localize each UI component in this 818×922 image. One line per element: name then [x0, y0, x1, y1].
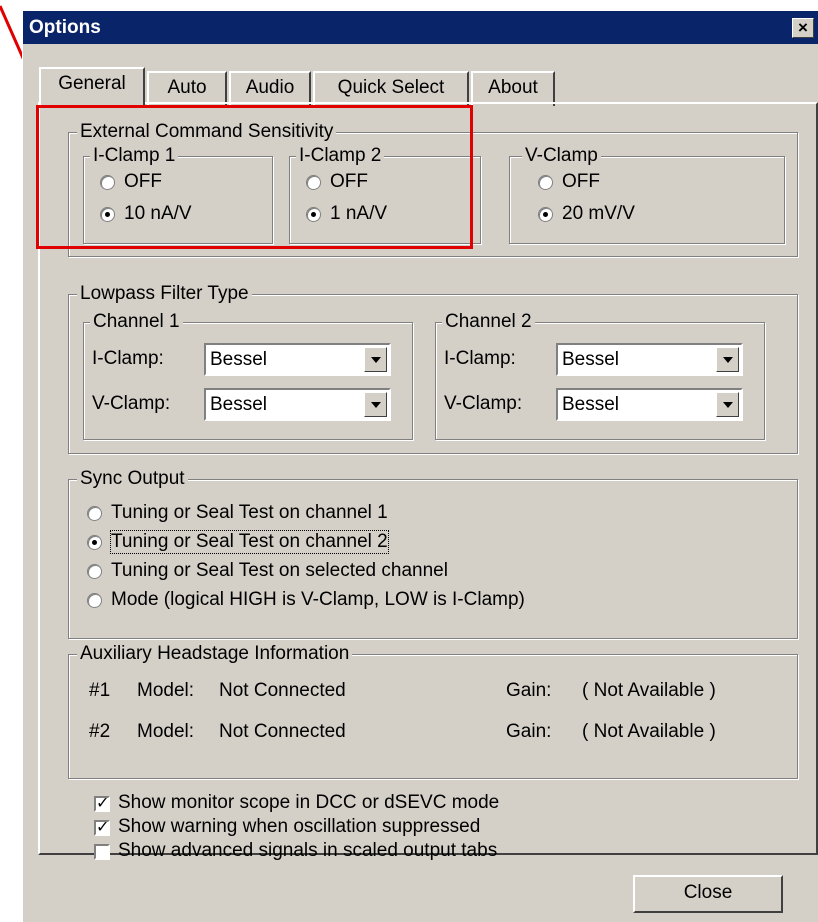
channel2-title: Channel 2 — [442, 312, 535, 332]
sync-option-4-radio[interactable] — [87, 593, 102, 608]
aux-row-2-model: Not Connected — [219, 721, 346, 742]
sync-option-3-label: Tuning or Seal Test on selected channel — [111, 560, 448, 581]
aux-headstage-title: Auxiliary Headstage Information — [77, 644, 353, 664]
show-advanced-signals-checkbox[interactable] — [94, 844, 110, 860]
channel2-vclamp-value: Bessel — [562, 394, 620, 415]
iclamp2-off-radio[interactable] — [306, 175, 321, 190]
aux-row-1-model-label: Model: — [137, 680, 195, 701]
channel1-iclamp-select[interactable]: Bessel — [204, 343, 391, 376]
general-tab-panel: External Command Sensitivity I-Clamp 1 O… — [38, 102, 818, 861]
aux-row-1-num: #1 — [89, 680, 111, 701]
chevron-down-icon[interactable] — [716, 347, 739, 372]
lowpass-title: Lowpass Filter Type — [77, 284, 252, 304]
external-command-group: External Command Sensitivity I-Clamp 1 O… — [68, 122, 798, 257]
sync-option-2-label: Tuning or Seal Test on channel 2 — [110, 530, 389, 554]
channel2-vclamp-select[interactable]: Bessel — [556, 388, 743, 421]
channel2-iclamp-value: Bessel — [562, 349, 620, 370]
close-icon[interactable]: × — [792, 18, 814, 38]
iclamp1-title: I-Clamp 1 — [90, 146, 179, 166]
vclamp-off-label: OFF — [562, 171, 600, 192]
channel1-group: Channel 1 I-Clamp: Bessel V-Clamp: Besse… — [83, 312, 413, 440]
vclamp-title: V-Clamp — [522, 146, 601, 166]
vclamp-on-label: 20 mV/V — [562, 203, 635, 224]
show-warning-label: Show warning when oscillation suppressed — [118, 816, 481, 837]
iclamp1-on-radio[interactable] — [100, 207, 115, 222]
sync-output-title: Sync Output — [77, 469, 188, 489]
vclamp-group: V-Clamp OFF 20 mV/V — [509, 146, 785, 244]
show-advanced-signals-label: Show advanced signals in scaled output t… — [118, 840, 498, 861]
show-monitor-scope-label: Show monitor scope in DCC or dSEVC mode — [118, 792, 500, 813]
vclamp-on-radio[interactable] — [538, 207, 553, 222]
iclamp1-off-label: OFF — [124, 171, 162, 192]
aux-row-2-model-label: Model: — [137, 721, 195, 742]
aux-row-2-gain-label: Gain: — [506, 721, 552, 742]
chevron-down-icon[interactable] — [364, 392, 387, 417]
aux-row-2-num: #2 — [89, 721, 111, 742]
chevron-down-icon[interactable] — [716, 392, 739, 417]
tab-quick-select[interactable]: Quick Select — [313, 71, 469, 106]
iclamp1-off-radio[interactable] — [100, 175, 115, 190]
channel1-vclamp-value: Bessel — [210, 394, 268, 415]
aux-row-1-model: Not Connected — [219, 680, 346, 701]
iclamp2-title: I-Clamp 2 — [296, 146, 385, 166]
iclamp2-on-radio[interactable] — [306, 207, 321, 222]
title-bar[interactable]: Options × — [23, 11, 818, 44]
sync-option-3-radio[interactable] — [87, 564, 102, 579]
channel2-iclamp-label: I-Clamp: — [444, 348, 516, 369]
close-button[interactable]: Close — [633, 875, 783, 913]
vclamp-off-radio[interactable] — [538, 175, 553, 190]
sync-option-4-label: Mode (logical HIGH is V-Clamp, LOW is I-… — [111, 589, 525, 610]
sync-output-group: Sync Output Tuning or Seal Test on chann… — [68, 469, 798, 639]
sync-option-1-radio[interactable] — [87, 506, 102, 521]
show-monitor-scope-checkbox[interactable] — [94, 793, 110, 813]
aux-row-1-gain: ( Not Available ) — [582, 680, 716, 701]
iclamp2-group: I-Clamp 2 OFF 1 nA/V — [289, 146, 481, 244]
lowpass-group: Lowpass Filter Type Channel 1 I-Clamp: B… — [68, 284, 798, 454]
channel1-title: Channel 1 — [90, 312, 183, 332]
aux-row-1-gain-label: Gain: — [506, 680, 552, 701]
channel1-vclamp-label: V-Clamp: — [92, 393, 171, 414]
iclamp2-on-label: 1 nA/V — [330, 203, 388, 224]
sync-option-1-label: Tuning or Seal Test on channel 1 — [111, 502, 388, 523]
aux-row-2-gain: ( Not Available ) — [582, 721, 716, 742]
iclamp2-off-label: OFF — [330, 171, 368, 192]
chevron-down-icon[interactable] — [364, 347, 387, 372]
channel1-iclamp-label: I-Clamp: — [92, 348, 164, 369]
channel2-vclamp-label: V-Clamp: — [444, 393, 523, 414]
iclamp1-on-label: 10 nA/V — [124, 203, 192, 224]
tab-audio[interactable]: Audio — [229, 71, 311, 106]
options-dialog: Options × General Auto Audio Quick Selec… — [22, 10, 818, 922]
channel2-iclamp-select[interactable]: Bessel — [556, 343, 743, 376]
channel1-iclamp-value: Bessel — [210, 349, 268, 370]
tab-about[interactable]: About — [471, 71, 555, 106]
window-title: Options — [29, 17, 101, 38]
show-warning-checkbox[interactable] — [94, 817, 110, 837]
channel1-vclamp-select[interactable]: Bessel — [204, 388, 391, 421]
external-command-title: External Command Sensitivity — [77, 122, 337, 142]
sync-option-2-radio[interactable] — [87, 535, 102, 550]
aux-headstage-group: Auxiliary Headstage Information #1 Model… — [68, 644, 798, 779]
tab-auto[interactable]: Auto — [147, 71, 227, 106]
channel2-group: Channel 2 I-Clamp: Bessel V-Clamp: Besse… — [435, 312, 765, 440]
tab-general[interactable]: General — [39, 67, 145, 105]
iclamp1-group: I-Clamp 1 OFF 10 nA/V — [83, 146, 273, 244]
